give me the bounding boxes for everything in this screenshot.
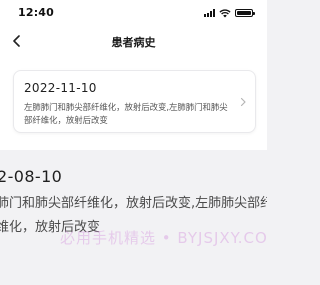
record-description: 左肺肺门和肺尖部纤维化，放射后改变,左肺肺门和肺尖部纤维化，放射后改变 [24,102,228,125]
status-bar: 12:40 [0,0,267,26]
wifi-icon [219,8,231,17]
zoomed-record-detail: 2-08-10 肺门和肺尖部纤维化，放射后改变,左肺肺尖部纤维化，放射后改变 必… [0,150,267,285]
nav-bar: 患者病史 [0,26,267,58]
record-date: 2022-11-10 [24,81,97,95]
signal-icon [204,9,215,17]
page-title: 患者病史 [111,36,156,49]
history-record-card[interactable]: 2022-11-10 左肺肺门和肺尖部纤维化，放射后改变,左肺肺门和肺尖部纤维化… [13,70,256,133]
zoomed-record-date: 2-08-10 [0,167,63,186]
battery-icon [235,9,255,17]
status-icons [204,8,255,18]
app-screen: 12:40 患者病史 2022-11-10 左肺肺门和肺尖部纤维化，放射后改变,… [0,0,267,150]
chevron-right-icon [240,97,246,107]
watermark-text: 必用手机精选 • BYJSJXY.COM [60,229,267,247]
status-time: 12:40 [18,6,55,19]
